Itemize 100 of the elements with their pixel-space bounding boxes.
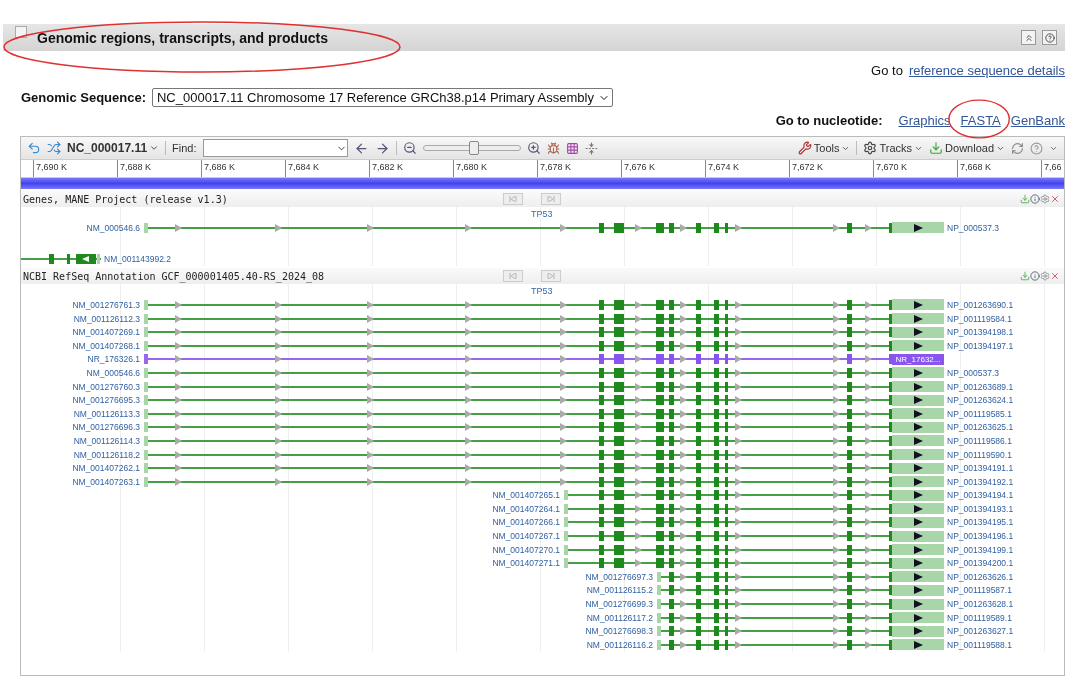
product-label[interactable]: NP_001263624.1 xyxy=(947,395,1014,406)
refresh-icon[interactable] xyxy=(1011,141,1024,155)
ruler-label: 7,684 K xyxy=(285,160,369,177)
transcript-label[interactable]: NM_001407265.1 xyxy=(21,490,564,501)
download-icon[interactable] xyxy=(1020,194,1030,204)
skip-back-icon xyxy=(509,195,517,203)
product-label[interactable]: NP_001263689.1 xyxy=(947,381,1014,392)
product-label[interactable]: NP_001394198.1 xyxy=(947,327,1014,338)
transcript-label[interactable]: NM_001407262.1 xyxy=(21,463,144,474)
transcript-label[interactable]: NM_001276698.3 xyxy=(21,626,657,637)
undo-icon[interactable] xyxy=(27,141,41,155)
transcript-label[interactable]: NM_001407270.1 xyxy=(21,544,564,555)
product-label[interactable]: NP_000537.3 xyxy=(947,222,999,233)
product-label[interactable]: NP_001394196.1 xyxy=(947,531,1014,542)
product-label[interactable]: NP_001394193.1 xyxy=(947,503,1014,514)
product-label[interactable]: NP_001119588.1 xyxy=(947,639,1012,650)
product-label[interactable]: NP_001119584.1 xyxy=(947,313,1012,324)
product-label[interactable]: NP_001394199.1 xyxy=(947,544,1014,555)
download-icon[interactable] xyxy=(1020,271,1030,282)
transcript-label[interactable]: NM_001407269.1 xyxy=(21,327,144,338)
transcript-label[interactable]: NM_001126113.3 xyxy=(21,408,144,419)
tracks-menu[interactable]: Tracks xyxy=(863,141,924,155)
double-caret-icon xyxy=(1023,32,1034,43)
ruler-label: 7,682 K xyxy=(369,160,453,177)
transcript-label[interactable]: NM_000546.6 xyxy=(21,222,144,233)
ruler-label: 7,676 K xyxy=(621,160,705,177)
zoom-in-icon[interactable] xyxy=(526,141,541,155)
product-label[interactable]: NP_001119589.1 xyxy=(947,612,1012,623)
transcript-label[interactable]: NM_001407264.1 xyxy=(21,503,564,514)
product-label[interactable]: NP_001119587.1 xyxy=(947,585,1012,596)
product-label[interactable]: NP_000537.3 xyxy=(947,367,999,378)
tools-menu[interactable]: Tools xyxy=(797,141,851,155)
grid-icon[interactable] xyxy=(565,141,579,155)
sequence-select[interactable]: NC_000017.11 Chromosome 17 Reference GRCh38.p14 Primary Assembly xyxy=(152,88,613,107)
product-label[interactable]: NP_001394194.1 xyxy=(947,490,1014,501)
product-label[interactable]: NP_001394192.1 xyxy=(947,476,1014,487)
transcript-label[interactable]: NM_001126115.2 xyxy=(21,585,657,596)
transcript-label[interactable]: NM_001126112.3 xyxy=(21,313,144,324)
info-icon[interactable] xyxy=(1030,194,1040,204)
ruler-label: 7,674 K xyxy=(705,160,789,177)
gene-label[interactable]: TP53 xyxy=(531,209,553,219)
reference-link[interactable]: reference sequence details xyxy=(908,63,1065,78)
bug-icon[interactable] xyxy=(546,141,560,155)
info-icon[interactable] xyxy=(1030,271,1040,282)
product-label[interactable]: NP_001263628.1 xyxy=(947,599,1014,610)
transcript-label[interactable]: NM_001407266.1 xyxy=(21,517,564,528)
transcript-label[interactable]: NM_001407263.1 xyxy=(21,476,144,487)
help-button[interactable] xyxy=(1042,30,1057,45)
collapse-icon[interactable] xyxy=(15,26,27,38)
transcript-label[interactable]: NM_001126114.3 xyxy=(21,435,144,446)
transcript-label[interactable]: NM_001276761.3 xyxy=(21,300,144,310)
sequence-menu[interactable]: NC_000017.11 xyxy=(67,141,160,155)
track-title: Genes, MANE Project (release v1.3) xyxy=(23,193,229,205)
transcript-label[interactable]: NM_001126118.2 xyxy=(21,449,144,460)
ruler-label: 7,690 K xyxy=(33,160,117,177)
ruler-label: 7,672 K xyxy=(789,160,873,177)
transcript-label[interactable]: NM_001276760.3 xyxy=(21,381,144,392)
collapse-button[interactable] xyxy=(1021,30,1036,45)
track-title: NCBI RefSeq Annotation GCF_000001405.40-RS_2024_08 xyxy=(23,270,326,282)
transcript-label[interactable]: NR_176326.1 xyxy=(21,354,144,365)
transcript-label[interactable]: NM_001276699.3 xyxy=(21,599,657,610)
settings-icon[interactable] xyxy=(1040,271,1050,282)
product-label[interactable]: NP_001263625.1 xyxy=(947,422,1014,433)
transcript-label[interactable]: NM_001407268.1 xyxy=(21,340,144,351)
product-label[interactable]: NP_001119585.1 xyxy=(947,408,1012,419)
fold-icon[interactable] xyxy=(584,141,598,155)
product-label[interactable]: NP_001263627.1 xyxy=(947,626,1014,637)
transcript-label[interactable]: NM_000546.6 xyxy=(21,367,144,378)
close-icon[interactable] xyxy=(1050,271,1060,282)
transcript-label[interactable]: NM_001126116.2 xyxy=(21,639,657,650)
product-label[interactable]: NP_001263626.1 xyxy=(947,571,1014,582)
transcript-label[interactable]: NM_001143992.2 xyxy=(104,254,171,265)
product-label[interactable]: NP_001263690.1 xyxy=(947,300,1014,310)
transcript-label[interactable]: NM_001407271.1 xyxy=(21,558,564,569)
help-icon[interactable] xyxy=(1030,141,1043,155)
product-label[interactable]: NP_001119590.1 xyxy=(947,449,1012,460)
settings-icon[interactable] xyxy=(1040,194,1050,204)
product-label[interactable]: NP_001119586.1 xyxy=(947,435,1012,446)
download-icon xyxy=(929,141,944,155)
product-label[interactable]: NP_001394200.1 xyxy=(947,558,1014,569)
download-menu[interactable]: Download xyxy=(929,141,1005,155)
transcript-label[interactable]: NM_001126117.2 xyxy=(21,612,657,623)
transcript-label[interactable]: NR_17632... xyxy=(892,353,944,365)
caret-icon xyxy=(149,143,160,153)
zoom-out-icon[interactable] xyxy=(402,141,417,155)
product-label[interactable]: NP_001394191.1 xyxy=(947,463,1014,474)
transcript-label[interactable]: NM_001407267.1 xyxy=(21,531,564,542)
close-icon[interactable] xyxy=(1050,194,1060,204)
product-label[interactable]: NP_001394197.1 xyxy=(947,340,1014,351)
gene-label[interactable]: TP53 xyxy=(531,286,553,297)
find-field[interactable] xyxy=(202,139,348,157)
nucleotide-link[interactable]: Graphics xyxy=(898,113,951,128)
right-arrow-icon[interactable] xyxy=(374,140,390,156)
product-label[interactable]: NP_001394195.1 xyxy=(947,517,1014,528)
transcript-label[interactable]: NM_001276697.3 xyxy=(21,571,657,582)
transcript-label[interactable]: NM_001276696.3 xyxy=(21,422,144,433)
swap-icon[interactable] xyxy=(47,141,61,155)
slider-thumb[interactable] xyxy=(469,141,480,155)
transcript-label[interactable]: NM_001276695.3 xyxy=(21,395,144,406)
nucleotide-link[interactable]: GenBank xyxy=(1010,113,1065,128)
